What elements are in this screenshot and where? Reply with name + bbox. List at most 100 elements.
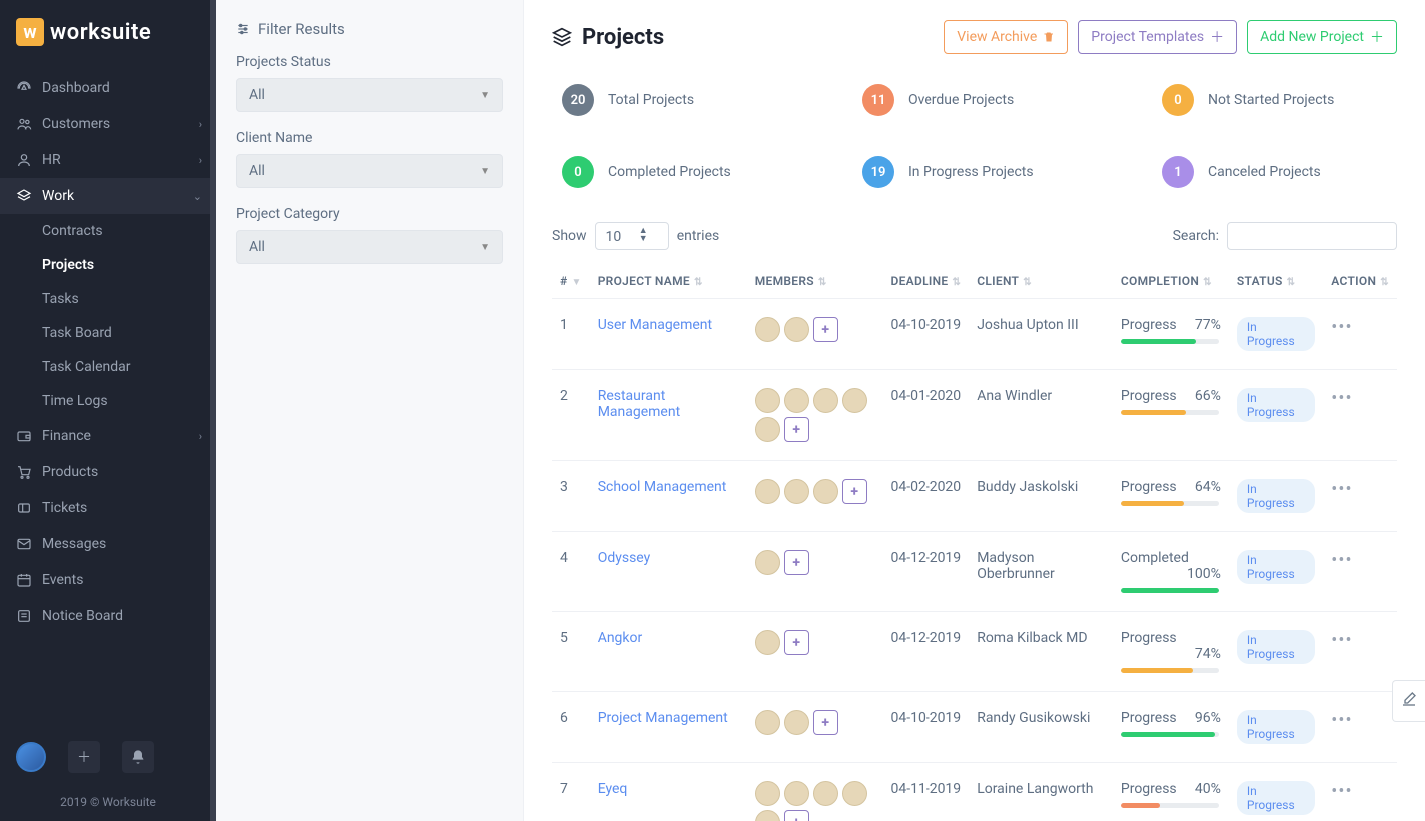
row-actions-button[interactable]: ••• [1331,388,1352,409]
sidebar-item-products[interactable]: Products [0,454,216,490]
sidebar-item-customers[interactable]: Customers› [0,106,216,142]
project-link[interactable]: Restaurant Management [598,388,680,420]
col-client[interactable]: CLIENT⇅ [969,264,1113,299]
member-avatar[interactable] [755,810,780,821]
plus-icon: ＋ [1210,27,1224,47]
member-avatar[interactable] [813,388,838,413]
member-avatar[interactable] [813,781,838,806]
sidebar-item-notice-board[interactable]: Notice Board [0,598,216,634]
col-completion[interactable]: COMPLETION⇅ [1113,264,1229,299]
member-avatar[interactable] [755,417,780,442]
add-member-button[interactable]: + [784,550,809,575]
member-avatar[interactable] [784,710,809,735]
col-status[interactable]: STATUS⇅ [1229,264,1323,299]
sidebar-item-tickets[interactable]: Tickets [0,490,216,526]
project-link[interactable]: Odyssey [598,550,651,566]
sidebar-item-work[interactable]: Work⌄ [0,178,216,214]
member-avatar[interactable] [755,630,780,655]
row-actions-button[interactable]: ••• [1331,710,1352,731]
sidebar-subitem-projects[interactable]: Projects [0,248,216,282]
row-actions-button[interactable]: ••• [1331,479,1352,500]
add-button[interactable]: ＋ [68,741,100,773]
sort-icon: ▼ [571,277,581,288]
cell-index: 2 [552,370,590,461]
member-avatar[interactable] [755,388,780,413]
nav-label: Notice Board [42,608,123,624]
float-edit-button[interactable] [1392,680,1425,722]
cell-deadline: 04-12-2019 [882,612,969,692]
member-avatar[interactable] [784,781,809,806]
row-actions-button[interactable]: ••• [1331,781,1352,802]
add-member-button[interactable]: + [813,317,838,342]
row-actions-button[interactable]: ••• [1331,550,1352,571]
cell-index: 6 [552,692,590,763]
view-archive-button[interactable]: View Archive [944,20,1068,54]
stat-canceled-projects: 1Canceled Projects [1162,156,1382,188]
status-badge: In Progress [1237,550,1315,584]
member-avatar[interactable] [755,710,780,735]
search-input[interactable] [1227,222,1397,250]
entries-select[interactable]: 10 ▲▼ [595,222,669,250]
sidebar-scrollbar[interactable] [210,0,216,821]
filter-select-projects-status[interactable]: All▼ [236,78,503,112]
sidebar-subitem-task-board[interactable]: Task Board [0,316,216,350]
member-avatar[interactable] [784,317,809,342]
sidebar-item-finance[interactable]: Finance› [0,418,216,454]
layers-icon [16,188,32,204]
cell-index: 7 [552,763,590,821]
col-deadline[interactable]: DEADLINE⇅ [882,264,969,299]
ticket-icon [16,500,32,516]
project-link[interactable]: User Management [598,317,712,333]
member-avatar[interactable] [813,479,838,504]
member-avatar[interactable] [784,388,809,413]
progress-bar [1121,668,1219,673]
sidebar-item-dashboard[interactable]: Dashboard [0,70,216,106]
member-avatar[interactable] [755,781,780,806]
project-templates-button[interactable]: Project Templates ＋ [1078,20,1237,54]
mail-icon [16,536,32,552]
sidebar-item-messages[interactable]: Messages [0,526,216,562]
member-avatar[interactable] [755,550,780,575]
add-member-button[interactable]: + [784,630,809,655]
add-new-project-button[interactable]: Add New Project ＋ [1247,20,1397,54]
project-link[interactable]: School Management [598,479,727,495]
filter-select-project-category[interactable]: All▼ [236,230,503,264]
sidebar-subitem-contracts[interactable]: Contracts [0,214,216,248]
filter-select-client-name[interactable]: All▼ [236,154,503,188]
notifications-button[interactable] [122,741,154,773]
col-members[interactable]: MEMBERS⇅ [747,264,883,299]
sidebar-subitem-time-logs[interactable]: Time Logs [0,384,216,418]
sidebar-subitem-tasks[interactable]: Tasks [0,282,216,316]
trash-icon [1043,31,1055,43]
chevron-down-icon: ▼ [480,90,490,101]
member-avatar[interactable] [755,479,780,504]
user-avatar[interactable] [16,742,46,772]
add-member-button[interactable]: + [813,710,838,735]
col-action[interactable]: ACTION⇅ [1323,264,1397,299]
member-avatar[interactable] [842,388,867,413]
col-project-name[interactable]: PROJECT NAME⇅ [590,264,747,299]
project-link[interactable]: Angkor [598,630,643,646]
show-entries: Show 10 ▲▼ entries [552,222,719,250]
sidebar-item-events[interactable]: Events [0,562,216,598]
project-link[interactable]: Eyeq [598,781,628,797]
status-badge: In Progress [1237,630,1315,664]
plus-icon: ＋ [1370,27,1384,47]
col--[interactable]: #▼ [552,264,590,299]
member-avatar[interactable] [755,317,780,342]
row-actions-button[interactable]: ••• [1331,317,1352,338]
sidebar-subitem-task-calendar[interactable]: Task Calendar [0,350,216,384]
member-avatar[interactable] [784,479,809,504]
add-member-button[interactable]: + [842,479,867,504]
logo-text: worksuite [50,20,151,45]
cell-completion: Progress77% [1121,317,1221,344]
sidebar-item-hr[interactable]: HR› [0,142,216,178]
add-member-button[interactable]: + [784,417,809,442]
project-link[interactable]: Project Management [598,710,728,726]
row-actions-button[interactable]: ••• [1331,630,1352,651]
add-member-button[interactable]: + [784,810,809,821]
member-avatar[interactable] [842,781,867,806]
cell-completion: Completed100% [1121,550,1221,593]
stat-completed-projects: 0Completed Projects [562,156,782,188]
page-title: Projects [552,25,664,50]
